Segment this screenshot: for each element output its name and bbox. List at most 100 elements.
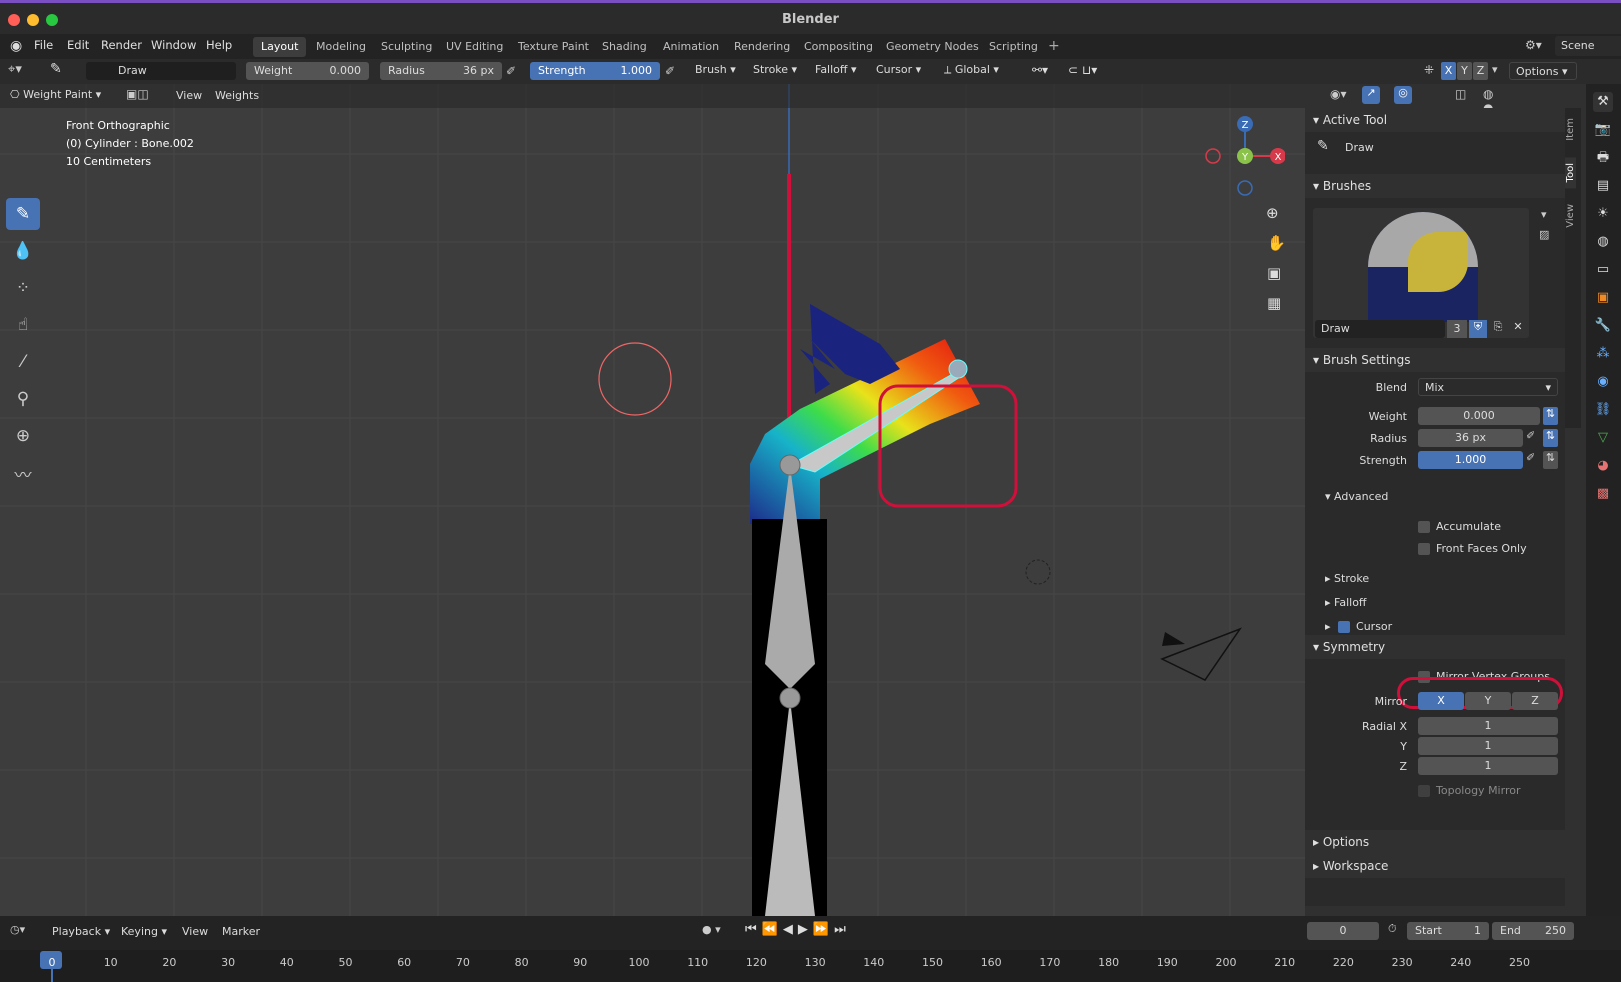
unlink-brush-icon[interactable]: ✕ [1509,320,1527,338]
advanced-header[interactable]: ▾ Advanced [1325,490,1388,503]
strength-pressure-icon[interactable]: ✐ [665,64,675,78]
mirror-options-chevron-icon[interactable]: ▾ [1492,63,1498,76]
menu-render[interactable]: Render [101,38,142,52]
tab-item[interactable]: Item [1565,112,1576,147]
symmetry-mirror-x-toggle[interactable]: X [1418,692,1464,710]
annotate-tool-icon[interactable]: 〰 [6,457,40,489]
strength-unified-icon[interactable]: ⇅ [1543,451,1558,469]
pivot-icon[interactable]: ⚯▾ [1032,63,1048,77]
xray-toggle-icon[interactable]: ◫ [1455,87,1466,101]
scene-selector-icon[interactable]: ⚙▾ [1525,38,1542,52]
weight-field[interactable]: 0.000 [1418,407,1540,425]
tab-uv-editing[interactable]: UV Editing [438,37,511,57]
front-faces-only-checkbox[interactable]: Front Faces Only [1418,542,1527,555]
brush-image-icon[interactable]: ▨ [1539,228,1549,241]
falloff-subpanel-header[interactable]: ▸ Falloff [1325,596,1367,609]
texture-properties-icon[interactable]: ▩ [1593,484,1613,504]
radius-field[interactable]: Radius 36 px [380,62,502,80]
tab-sculpting[interactable]: Sculpting [373,37,440,57]
tab-animation[interactable]: Animation [655,37,727,57]
sample-weight-icon[interactable]: ⚲ [6,383,40,415]
cursor-tool-icon[interactable]: ⊕ [6,420,40,452]
zoom-icon[interactable]: ⊕ [1266,204,1279,222]
playback-controls[interactable]: ⏮⏪◀▶⏩⏭ [745,922,851,937]
tab-compositing[interactable]: Compositing [796,37,881,57]
blur-tool-icon[interactable]: 💧 [6,235,40,267]
symmetry-header[interactable]: ▾ Symmetry [1305,635,1565,659]
strength-pressure-icon[interactable]: ✐ [1526,451,1535,464]
strength-field[interactable]: Strength 1.000 [530,62,660,80]
brush-list-chevron-icon[interactable]: ▾ [1541,208,1547,221]
weight-unified-icon[interactable]: ⇅ [1543,407,1558,425]
brush-dropdown[interactable]: Brush ▾ [695,63,736,76]
3d-viewport[interactable]: ✎ 💧 ⁘ ☝ ⁄ ⚲ ⊕ 〰 Front Orthographic (0) C… [0,84,1305,916]
topology-mirror-checkbox[interactable]: Topology Mirror [1418,784,1520,797]
navigation-gizmo[interactable]: Z Y X [1205,116,1285,196]
scene-field[interactable]: Scene [1555,36,1621,56]
mode-selector[interactable]: ⎔ Weight Paint ▾ [10,88,101,101]
stroke-subpanel-header[interactable]: ▸ Stroke [1325,572,1369,585]
brush-settings-header[interactable]: ▾ Brush Settings [1305,348,1565,372]
view-layer-icon[interactable]: ▤ [1593,176,1613,196]
tab-scripting[interactable]: Scripting [981,37,1046,57]
menu-window[interactable]: Window [151,38,196,52]
brush-users-count[interactable]: 3 [1447,320,1467,338]
radial-z-field[interactable]: 1 [1418,757,1558,775]
mirror-x-toggle[interactable]: X [1441,62,1456,80]
workspace-header[interactable]: ▸ Workspace [1305,854,1565,878]
radius-pressure-icon[interactable]: ✐ [1526,429,1535,442]
menu-file[interactable]: File [34,38,53,52]
menu-weights[interactable]: Weights [215,89,259,102]
tab-layout[interactable]: Layout [253,37,307,57]
draw-brush-icon[interactable]: ✎ [6,198,40,230]
editor-type-icon[interactable]: ⌖▾ [8,62,22,77]
cursor-subpanel-header[interactable]: ▸ Cursor [1325,620,1392,633]
fake-user-shield-icon[interactable]: ⛨ [1469,320,1487,338]
blender-logo-icon[interactable]: ◉ [10,38,22,54]
brushes-header[interactable]: ▾ Brushes [1305,174,1565,198]
gradient-tool-icon[interactable]: ⁄ [6,346,40,378]
symmetry-lock-icon[interactable]: ⁜ [1424,63,1434,77]
visibility-icon[interactable]: ◉▾ [1330,87,1347,101]
add-workspace-icon[interactable]: + [1048,38,1060,54]
scene-properties-icon[interactable]: ☀ [1593,204,1613,224]
options-dropdown[interactable]: Options ▾ [1509,62,1577,80]
smear-tool-icon[interactable]: ☝ [6,309,40,341]
menu-edit[interactable]: Edit [67,38,89,52]
overlay-toggle-icon[interactable]: ◎ [1394,86,1412,104]
timeline-editor-icon[interactable]: ◷▾ [10,923,25,936]
accumulate-checkbox[interactable]: Accumulate [1418,520,1501,533]
tool-properties-icon[interactable]: ⚒ [1593,92,1613,112]
brush-preview-box[interactable] [1313,208,1529,338]
end-frame-field[interactable]: End 250 [1492,922,1574,940]
gizmo-toggle-icon[interactable]: ↗ [1362,86,1380,104]
tab-geometry-nodes[interactable]: Geometry Nodes [878,37,987,57]
symmetry-mirror-y-toggle[interactable]: Y [1465,692,1511,710]
pan-hand-icon[interactable]: ✋ [1267,234,1286,252]
tab-modeling[interactable]: Modeling [308,37,374,57]
camera-object[interactable] [1160,627,1242,681]
modifier-properties-icon[interactable]: 🔧 [1593,316,1613,336]
options-header[interactable]: ▸ Options [1305,830,1565,854]
mirror-y-toggle[interactable]: Y [1457,62,1472,80]
tab-rendering[interactable]: Rendering [726,37,798,57]
particles-properties-icon[interactable]: ⁂ [1593,344,1613,364]
menu-view[interactable]: View [176,89,202,102]
stopwatch-icon[interactable]: ⏱ [1388,922,1397,936]
auto-key-record-icon[interactable]: ● ▾ [702,923,721,936]
weight-field[interactable]: Weight 0.000 [246,62,369,80]
orientation-dropdown[interactable]: ⟂ Global ▾ [944,63,999,77]
data-properties-icon[interactable]: ▽ [1593,428,1613,448]
world-properties-icon[interactable]: ◍ [1593,232,1613,252]
tab-tool[interactable]: Tool [1565,156,1576,189]
stroke-dropdown[interactable]: Stroke ▾ [753,63,797,76]
falloff-dropdown[interactable]: Falloff ▾ [815,63,857,76]
radius-unified-icon[interactable]: ⇅ [1543,429,1558,447]
active-tool-header[interactable]: ▾ Active Tool [1305,108,1565,132]
playback-menu[interactable]: Playback ▾ [52,925,110,938]
mask-toggle-icon[interactable]: ▣◫ [126,87,149,101]
radial-y-field[interactable]: 1 [1418,737,1558,755]
strength-field[interactable]: 1.000 [1418,451,1523,469]
tab-texture-paint[interactable]: Texture Paint [510,37,597,57]
render-properties-icon[interactable]: 📷 [1593,120,1613,140]
